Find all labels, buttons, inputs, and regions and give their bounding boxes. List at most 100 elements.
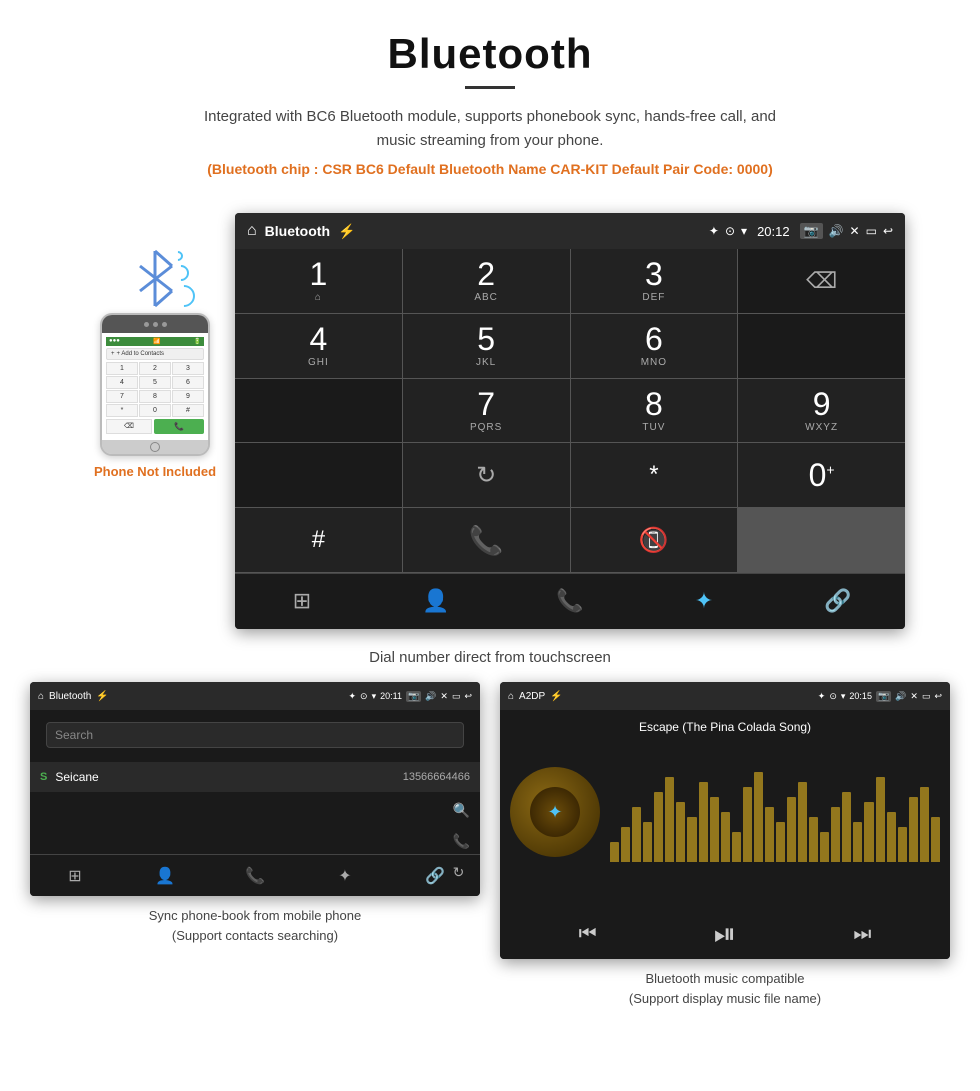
pb-nav-phone[interactable]: 📞 bbox=[210, 866, 300, 886]
dial-reload[interactable]: ↻ bbox=[403, 443, 570, 507]
phone-key-0[interactable]: 0 bbox=[139, 404, 171, 417]
dial-key-1[interactable]: 1 ⌂ bbox=[235, 249, 402, 313]
phone-key-2[interactable]: 2 bbox=[139, 362, 171, 375]
title-underline bbox=[465, 86, 515, 89]
pb-search-right-icon[interactable]: 🔍 bbox=[453, 802, 470, 819]
dial-key-7[interactable]: 7 PQRS bbox=[403, 379, 570, 443]
dial-key-star[interactable]: * bbox=[571, 443, 738, 507]
viz-bar bbox=[732, 832, 741, 862]
dial-key-empty-3 bbox=[235, 379, 402, 443]
music-next-btn[interactable]: ⏭ bbox=[853, 923, 871, 946]
mu-wifi-icon: ▾ bbox=[841, 691, 846, 702]
mu-home-icon[interactable]: ⌂ bbox=[508, 691, 514, 702]
dial-key-hash[interactable]: # bbox=[235, 508, 402, 572]
phone-key-9[interactable]: 9 bbox=[172, 390, 204, 403]
viz-bar bbox=[710, 797, 719, 862]
dial-key-5[interactable]: 5 JKL bbox=[403, 314, 570, 378]
volume-icon[interactable]: 🔊 bbox=[829, 224, 844, 238]
bottom-nav: ⊞ 👤 📞 ✦ 🔗 bbox=[235, 573, 905, 629]
viz-bar bbox=[820, 832, 829, 862]
viz-bar bbox=[898, 827, 907, 862]
camera-icon[interactable]: 📷 bbox=[800, 223, 823, 239]
phone-home-button[interactable] bbox=[150, 442, 160, 452]
pb-wifi-icon: ▾ bbox=[372, 691, 377, 702]
phone-key-star[interactable]: * bbox=[106, 404, 138, 417]
back-icon[interactable]: ↩ bbox=[883, 224, 893, 238]
usb-icon: ⚡ bbox=[338, 223, 355, 240]
viz-bar bbox=[920, 787, 929, 862]
dial-key-3[interactable]: 3 DEF bbox=[571, 249, 738, 313]
dial-key-8[interactable]: 8 TUV bbox=[571, 379, 738, 443]
phonebook-search[interactable]: Search bbox=[46, 722, 464, 748]
phone-dot bbox=[162, 322, 167, 327]
viz-bar bbox=[876, 777, 885, 862]
home-icon[interactable]: ⌂ bbox=[247, 222, 257, 240]
phonebook-entry[interactable]: S Seicane 13566664466 bbox=[30, 762, 480, 792]
pb-home-icon[interactable]: ⌂ bbox=[38, 691, 44, 702]
phone-back-btn[interactable]: ⌫ bbox=[106, 419, 152, 434]
dial-key-2[interactable]: 2 ABC bbox=[403, 249, 570, 313]
mu-time: 20:15 bbox=[849, 691, 872, 701]
nav-link[interactable]: 🔗 bbox=[771, 574, 905, 629]
nav-bluetooth[interactable]: ✦ bbox=[637, 574, 771, 629]
music-controls: ⏮ ⏯ ⏭ bbox=[500, 910, 950, 959]
mu-win-icon[interactable]: ▭ bbox=[922, 691, 931, 702]
window-icon[interactable]: ▭ bbox=[866, 224, 877, 238]
pb-back-icon[interactable]: ↩ bbox=[464, 691, 472, 702]
mu-close-icon[interactable]: ✕ bbox=[910, 691, 918, 702]
nav-person[interactable]: 👤 bbox=[369, 574, 503, 629]
viz-bar bbox=[887, 812, 896, 862]
pb-call-right-icon[interactable]: 📞 bbox=[453, 833, 470, 850]
viz-bar bbox=[632, 807, 641, 862]
page-specs: (Bluetooth chip : CSR BC6 Default Blueto… bbox=[20, 161, 960, 177]
page-description: Integrated with BC6 Bluetooth module, su… bbox=[190, 105, 790, 153]
phone-not-included-label: Phone Not Included bbox=[94, 464, 216, 479]
pb-win-icon[interactable]: ▭ bbox=[452, 691, 461, 702]
viz-bar bbox=[665, 777, 674, 862]
phone-device: ●●●📶🔋 ++ Add to Contacts 1 2 3 4 5 6 7 8… bbox=[100, 313, 210, 456]
dial-key-9[interactable]: 9 WXYZ bbox=[738, 379, 905, 443]
pb-nav-grid[interactable]: ⊞ bbox=[30, 866, 120, 886]
mu-vol-icon[interactable]: 🔊 bbox=[895, 691, 906, 702]
phone-key-hash[interactable]: # bbox=[172, 404, 204, 417]
music-screen: ⌂ A2DP ⚡ ✦ ⊙ ▾ 20:15 📷 🔊 ✕ ▭ ↩ E bbox=[500, 682, 950, 959]
pb-nav-bt[interactable]: ✦ bbox=[300, 866, 390, 886]
mu-app-name: A2DP bbox=[519, 691, 545, 702]
phone-key-1[interactable]: 1 bbox=[106, 362, 138, 375]
dial-call-green[interactable]: 📞 bbox=[403, 508, 570, 572]
nav-grid[interactable]: ⊞ bbox=[235, 574, 369, 629]
phone-key-4[interactable]: 4 bbox=[106, 376, 138, 389]
phone-key-7[interactable]: 7 bbox=[106, 390, 138, 403]
phone-key-3[interactable]: 3 bbox=[172, 362, 204, 375]
phone-call-btn[interactable]: 📞 bbox=[154, 419, 204, 434]
dial-key-6[interactable]: 6 MNO bbox=[571, 314, 738, 378]
dialpad-container: 1 ⌂ 2 ABC 3 DEF ⌫ 4 GHI 5 JKL bbox=[235, 249, 905, 629]
close-icon[interactable]: ✕ bbox=[850, 224, 860, 238]
phone-dot bbox=[153, 322, 158, 327]
main-screen-area: ●●●📶🔋 ++ Add to Contacts 1 2 3 4 5 6 7 8… bbox=[0, 203, 980, 639]
pb-vol-icon[interactable]: 🔊 bbox=[425, 691, 436, 702]
viz-bar bbox=[831, 807, 840, 862]
mu-bt-icon: ✦ bbox=[818, 691, 826, 702]
music-prev-btn[interactable]: ⏮ bbox=[579, 923, 597, 946]
dial-key-4[interactable]: 4 GHI bbox=[235, 314, 402, 378]
phone-add-contact-btn[interactable]: ++ Add to Contacts bbox=[106, 348, 204, 360]
phone-key-5[interactable]: 5 bbox=[139, 376, 171, 389]
music-play-pause-btn[interactable]: ⏯ bbox=[714, 918, 736, 951]
nav-phone[interactable]: 📞 bbox=[503, 574, 637, 629]
mu-cam-icon[interactable]: 📷 bbox=[876, 691, 891, 702]
pb-cam-icon[interactable]: 📷 bbox=[406, 691, 421, 702]
pb-refresh-right-icon[interactable]: ↻ bbox=[453, 864, 470, 881]
phone-key-6[interactable]: 6 bbox=[172, 376, 204, 389]
phone-home-bar bbox=[102, 440, 208, 454]
phone-key-8[interactable]: 8 bbox=[139, 390, 171, 403]
dial-call-red[interactable]: 📵 bbox=[571, 508, 738, 572]
viz-bar bbox=[776, 822, 785, 862]
mu-back-icon[interactable]: ↩ bbox=[934, 691, 942, 702]
music-caption: Bluetooth music compatible (Support disp… bbox=[629, 969, 821, 1008]
dial-key-0[interactable]: 0+ bbox=[738, 443, 905, 507]
pb-nav-person[interactable]: 👤 bbox=[120, 866, 210, 886]
pb-close-icon[interactable]: ✕ bbox=[440, 691, 448, 702]
pb-app-name: Bluetooth bbox=[49, 691, 91, 702]
phone-bottom-row: ⌫ 📞 bbox=[106, 419, 204, 434]
